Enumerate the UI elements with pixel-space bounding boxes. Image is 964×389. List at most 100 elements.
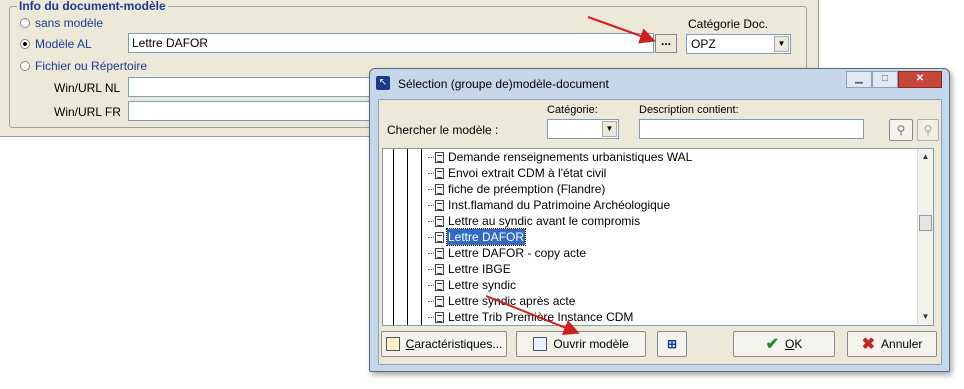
document-icon [435, 199, 444, 211]
radio-circle [20, 61, 30, 71]
list-item-label: Lettre IBGE [448, 262, 511, 276]
user-search-icon: ⚲ [896, 123, 906, 137]
categorie-doc-value: OPZ [691, 37, 716, 51]
tree-branch [428, 172, 434, 174]
list-item-label: fiche de préemption (Flandre) [448, 182, 606, 196]
list-item[interactable]: Lettre DAFOR [428, 228, 527, 246]
list-item-label: Lettre syndic [448, 278, 517, 292]
document-icon [435, 215, 444, 227]
ok-rest: K [794, 337, 803, 351]
clear-user-button[interactable]: ⚲ [917, 119, 939, 141]
list-item[interactable]: Inst.flamand du Patrimoine Archéologique [428, 197, 671, 213]
document-icon [435, 311, 444, 323]
win-url-nl-field[interactable] [128, 77, 378, 97]
list-item[interactable]: Lettre IBGE [428, 261, 512, 277]
tree-line [393, 149, 394, 325]
ouvrir-modele-button[interactable]: Ouvrir modèle [516, 331, 646, 357]
tree-line [407, 149, 408, 325]
annuler-label: Annuler [881, 337, 923, 351]
caracteristiques-rest: aractéristiques... [414, 337, 503, 351]
app-icon: ↖ [376, 76, 390, 90]
close-icon[interactable]: ✕ [898, 71, 942, 88]
list-item-label: Lettre DAFOR [445, 228, 527, 246]
template-selection-dialog: ↖ Sélection (groupe de)modèle-document ▁… [369, 68, 950, 372]
ok-underline: O [785, 337, 795, 351]
radio-sans-modele[interactable]: sans modèle [20, 16, 103, 30]
browse-button[interactable]: ... [655, 34, 677, 53]
document-icon [435, 247, 444, 259]
chevron-down-icon: ▼ [602, 121, 617, 137]
window-buttons: ▁ □ ✕ [846, 71, 942, 88]
list-item[interactable]: Lettre syndic après acte [428, 293, 576, 309]
ok-label: OK [785, 337, 802, 351]
list-item-label: Lettre DAFOR - copy acte [448, 246, 587, 260]
maximize-icon[interactable]: □ [872, 71, 898, 88]
radio-fichier[interactable]: Fichier ou Répertoire [20, 59, 147, 73]
caracteristiques-button[interactable]: Caractéristiques... [381, 331, 507, 357]
tree-branch [428, 204, 434, 206]
list-item[interactable]: Lettre DAFOR - copy acte [428, 245, 587, 261]
document-icon [435, 263, 444, 275]
add-template-button[interactable]: ⊞ [657, 331, 687, 357]
categorie-select[interactable]: ▼ [547, 119, 619, 139]
list-item[interactable]: Lettre au syndic avant le compromis [428, 213, 641, 229]
caracteristiques-underline: C [405, 337, 415, 351]
document-icon [435, 151, 444, 163]
description-input[interactable] [639, 119, 864, 139]
radio-circle [20, 18, 30, 28]
template-list[interactable]: Demande renseignements urbanistiques WAL… [382, 148, 934, 326]
cancel-x-icon: ✖ [861, 336, 876, 353]
win-url-fr-field[interactable] [128, 101, 378, 121]
ok-button[interactable]: ✔ OK [733, 331, 835, 357]
search-user-button[interactable]: ⚲ [889, 119, 913, 141]
scroll-down-icon[interactable]: ▼ [918, 309, 933, 324]
search-label: Chercher le modèle : [387, 123, 499, 137]
list-item[interactable]: Envoi extrait CDM à l'état civil [428, 165, 607, 181]
annuler-button[interactable]: ✖ Annuler [847, 331, 937, 357]
radio-circle-checked [20, 39, 30, 49]
tree-branch [428, 252, 434, 254]
list-item-label: Envoi extrait CDM à l'état civil [448, 166, 607, 180]
open-document-icon [533, 337, 548, 351]
ouvrir-modele-label: Ouvrir modèle [553, 337, 629, 351]
categorie-doc-select[interactable]: OPZ ▼ [686, 34, 791, 54]
add-list-icon: ⊞ [666, 337, 678, 351]
scroll-up-icon[interactable]: ▲ [918, 149, 933, 164]
scroll-thumb[interactable] [919, 215, 932, 231]
categorie-doc-label: Catégorie Doc. [688, 17, 769, 31]
list-item[interactable]: Demande renseignements urbanistiques WAL [428, 149, 693, 165]
radio-label: Fichier ou Répertoire [35, 59, 148, 73]
tree-branch [428, 220, 434, 222]
properties-icon [385, 337, 400, 351]
chevron-down-icon: ▼ [774, 36, 789, 52]
modele-field[interactable]: Lettre DAFOR [128, 33, 654, 53]
document-icon [435, 295, 444, 307]
win-url-nl-label: Win/URL NL [54, 81, 121, 95]
description-label: Description contient: [639, 104, 739, 116]
document-icon [435, 231, 444, 243]
list-item-label: Lettre Trib Première Instance CDM [448, 310, 634, 324]
document-icon [435, 167, 444, 179]
checkmark-icon: ✔ [765, 336, 780, 353]
list-scrollbar[interactable]: ▲ ▼ [917, 149, 933, 324]
radio-label: Modèle AL [35, 37, 92, 51]
list-item[interactable]: Lettre Trib Première Instance CDM [428, 309, 634, 325]
document-icon [435, 279, 444, 291]
minimize-icon[interactable]: ▁ [846, 71, 872, 88]
radio-label: sans modèle [35, 16, 104, 30]
dialog-body: Catégorie: Description contient: Cherche… [378, 99, 942, 365]
tree-branch [428, 156, 434, 158]
user-clear-icon: ⚲ [923, 123, 933, 137]
radio-modele-al[interactable]: Modèle AL [20, 37, 92, 51]
tree-line [421, 149, 422, 325]
list-item-label: Demande renseignements urbanistiques WAL [448, 150, 693, 164]
caracteristiques-label: Caractéristiques... [406, 337, 503, 351]
list-item-label: Inst.flamand du Patrimoine Archéologique [448, 198, 671, 212]
tree-branch [428, 268, 434, 270]
list-item[interactable]: Lettre syndic [428, 277, 517, 293]
list-item-label: Lettre syndic après acte [448, 294, 576, 308]
tree-branch [428, 316, 434, 318]
list-item[interactable]: fiche de préemption (Flandre) [428, 181, 606, 197]
dialog-title: Sélection (groupe de)modèle-document [398, 77, 609, 91]
tree-branch [428, 236, 434, 238]
